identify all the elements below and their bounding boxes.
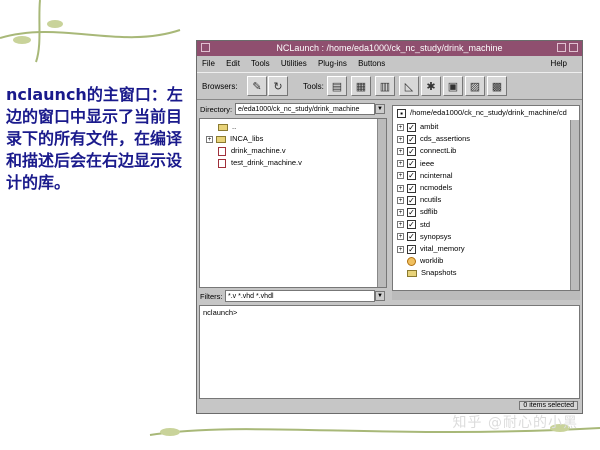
library-item[interactable]: + ✓ ncutils	[397, 194, 441, 206]
menu-help[interactable]: Help	[551, 56, 567, 72]
list-item[interactable]: + INCA_libs	[206, 133, 263, 145]
expand-icon[interactable]: +	[397, 184, 404, 192]
slide-caption: nclaunch的主窗口：左边的窗口中显示了当前目录下的所有文件，在编译和描述后…	[6, 84, 188, 194]
right-horizontal-scrollbar[interactable]	[392, 291, 580, 300]
library-item[interactable]: worklib	[407, 255, 443, 267]
library-item[interactable]: + ✓ ieee	[397, 158, 434, 170]
waveform-icon[interactable]: ▣	[443, 76, 463, 96]
directory-field[interactable]: e/eda1000/ck_nc_study/drink_machine	[235, 103, 375, 115]
verilog-file-icon	[218, 158, 226, 168]
console-prompt: nclaunch>	[203, 308, 238, 317]
menu-edit[interactable]: Edit	[226, 59, 240, 68]
library-item[interactable]: + ✓ cds_assertions	[397, 133, 470, 145]
menu-utilities[interactable]: Utilities	[281, 59, 307, 68]
checked-library-icon: ✓	[407, 220, 416, 230]
title-bar[interactable]: NCLaunch : /home/eda1000/ck_nc_study/dri…	[197, 41, 582, 56]
status-text: 0 items selected	[519, 401, 578, 410]
folder-up-icon	[218, 123, 228, 131]
window-menu-icon[interactable]	[201, 43, 210, 52]
library-item[interactable]: + ✓ synopsys	[397, 231, 451, 243]
expand-icon[interactable]: +	[397, 160, 404, 168]
checked-library-icon: ✓	[407, 171, 416, 181]
verilog-compile-icon[interactable]: ▦	[351, 76, 371, 96]
checked-library-icon: ✓	[407, 244, 416, 254]
filters-label: Filters:	[200, 292, 223, 301]
window-title: NCLaunch : /home/eda1000/ck_nc_study/dri…	[276, 43, 503, 53]
library-item[interactable]: + ✓ ncinternal	[397, 170, 453, 182]
checked-library-icon: ✓	[407, 159, 416, 169]
library-header: ▪/home/eda1000/ck_nc_study/drink_machine…	[397, 107, 567, 119]
library-item[interactable]: Snapshots	[407, 267, 456, 279]
folder-icon	[216, 135, 226, 143]
expand-icon[interactable]: +	[206, 135, 213, 143]
right-scrollbar[interactable]	[570, 120, 579, 290]
nclaunch-window: NCLaunch : /home/eda1000/ck_nc_study/dri…	[196, 40, 583, 414]
caption-keyword: nclaunch	[6, 85, 87, 104]
library-browser-pane: ▪/home/eda1000/ck_nc_study/drink_machine…	[392, 105, 580, 291]
console-area[interactable]: nclaunch>	[199, 305, 580, 399]
menu-plugins[interactable]: Plug-ins	[318, 59, 347, 68]
hal-icon[interactable]: ✱	[421, 76, 441, 96]
expand-icon[interactable]: +	[397, 196, 404, 204]
expand-icon[interactable]: +	[397, 123, 404, 131]
library-item[interactable]: + ✓ vital_memory	[397, 243, 465, 255]
filters-dropdown-icon[interactable]: ▼	[375, 291, 385, 301]
simulate-icon[interactable]: ◺	[399, 76, 419, 96]
toolbar: Browsers: ✎ ↻ Tools: ▤ ▦ ▥ ◺ ✱ ▣ ▨ ▩	[197, 72, 582, 100]
expand-icon[interactable]: +	[397, 135, 404, 143]
coverage-icon[interactable]: ▩	[487, 76, 507, 96]
worklib-icon	[407, 256, 416, 266]
checked-library-icon: ✓	[407, 134, 416, 144]
filters-field[interactable]: *.v *.vhd *.vhdl	[225, 290, 375, 302]
list-item[interactable]: drink_machine.v	[218, 145, 286, 157]
tools-label: Tools:	[303, 82, 324, 91]
browser-refresh-icon[interactable]: ↻	[268, 76, 288, 96]
snapshots-folder-icon	[407, 269, 417, 277]
browser-edit-icon[interactable]: ✎	[247, 76, 267, 96]
checked-library-icon: ✓	[407, 195, 416, 205]
library-item[interactable]: + ✓ ncmodels	[397, 182, 452, 194]
checked-library-icon: ✓	[407, 207, 416, 217]
directory-dropdown-icon[interactable]: ▼	[375, 104, 385, 114]
file-browser-pane: .. + INCA_libs drink_machine.v test_drink…	[199, 118, 387, 288]
report-icon[interactable]: ▨	[465, 76, 485, 96]
expand-icon[interactable]: +	[397, 172, 404, 180]
library-item[interactable]: + ✓ connectLib	[397, 145, 456, 157]
elaborate-icon[interactable]: ▥	[375, 76, 395, 96]
expand-icon[interactable]: +	[397, 147, 404, 155]
expand-icon[interactable]: +	[397, 245, 404, 253]
expand-icon[interactable]: +	[397, 221, 404, 229]
library-root-icon: ▪	[397, 108, 406, 118]
library-item[interactable]: + ✓ ambit	[397, 121, 438, 133]
checked-library-icon: ✓	[407, 232, 416, 242]
list-item[interactable]: test_drink_machine.v	[218, 157, 302, 169]
menu-buttons[interactable]: Buttons	[358, 59, 385, 68]
minimize-icon[interactable]	[557, 43, 566, 52]
directory-label: Directory:	[200, 105, 233, 114]
menu-tools[interactable]: Tools	[251, 59, 270, 68]
vhdl-compile-icon[interactable]: ▤	[327, 76, 347, 96]
left-scrollbar[interactable]	[377, 119, 386, 287]
expand-icon[interactable]: +	[397, 208, 404, 216]
list-item[interactable]: ..	[218, 121, 236, 133]
checked-library-icon: ✓	[407, 146, 416, 156]
menu-bar: File Edit Tools Utilities Plug-ins Butto…	[197, 56, 582, 72]
verilog-file-icon	[218, 146, 226, 156]
watermark: 知乎 @耐心的小黑	[452, 415, 578, 431]
library-item[interactable]: + ✓ std	[397, 219, 430, 231]
checked-library-icon: ✓	[407, 122, 416, 132]
maximize-icon[interactable]	[569, 43, 578, 52]
expand-icon[interactable]: +	[397, 233, 404, 241]
checked-library-icon: ✓	[407, 183, 416, 193]
menu-file[interactable]: File	[202, 59, 215, 68]
browsers-label: Browsers:	[202, 82, 238, 91]
library-item[interactable]: + ✓ sdflib	[397, 206, 438, 218]
